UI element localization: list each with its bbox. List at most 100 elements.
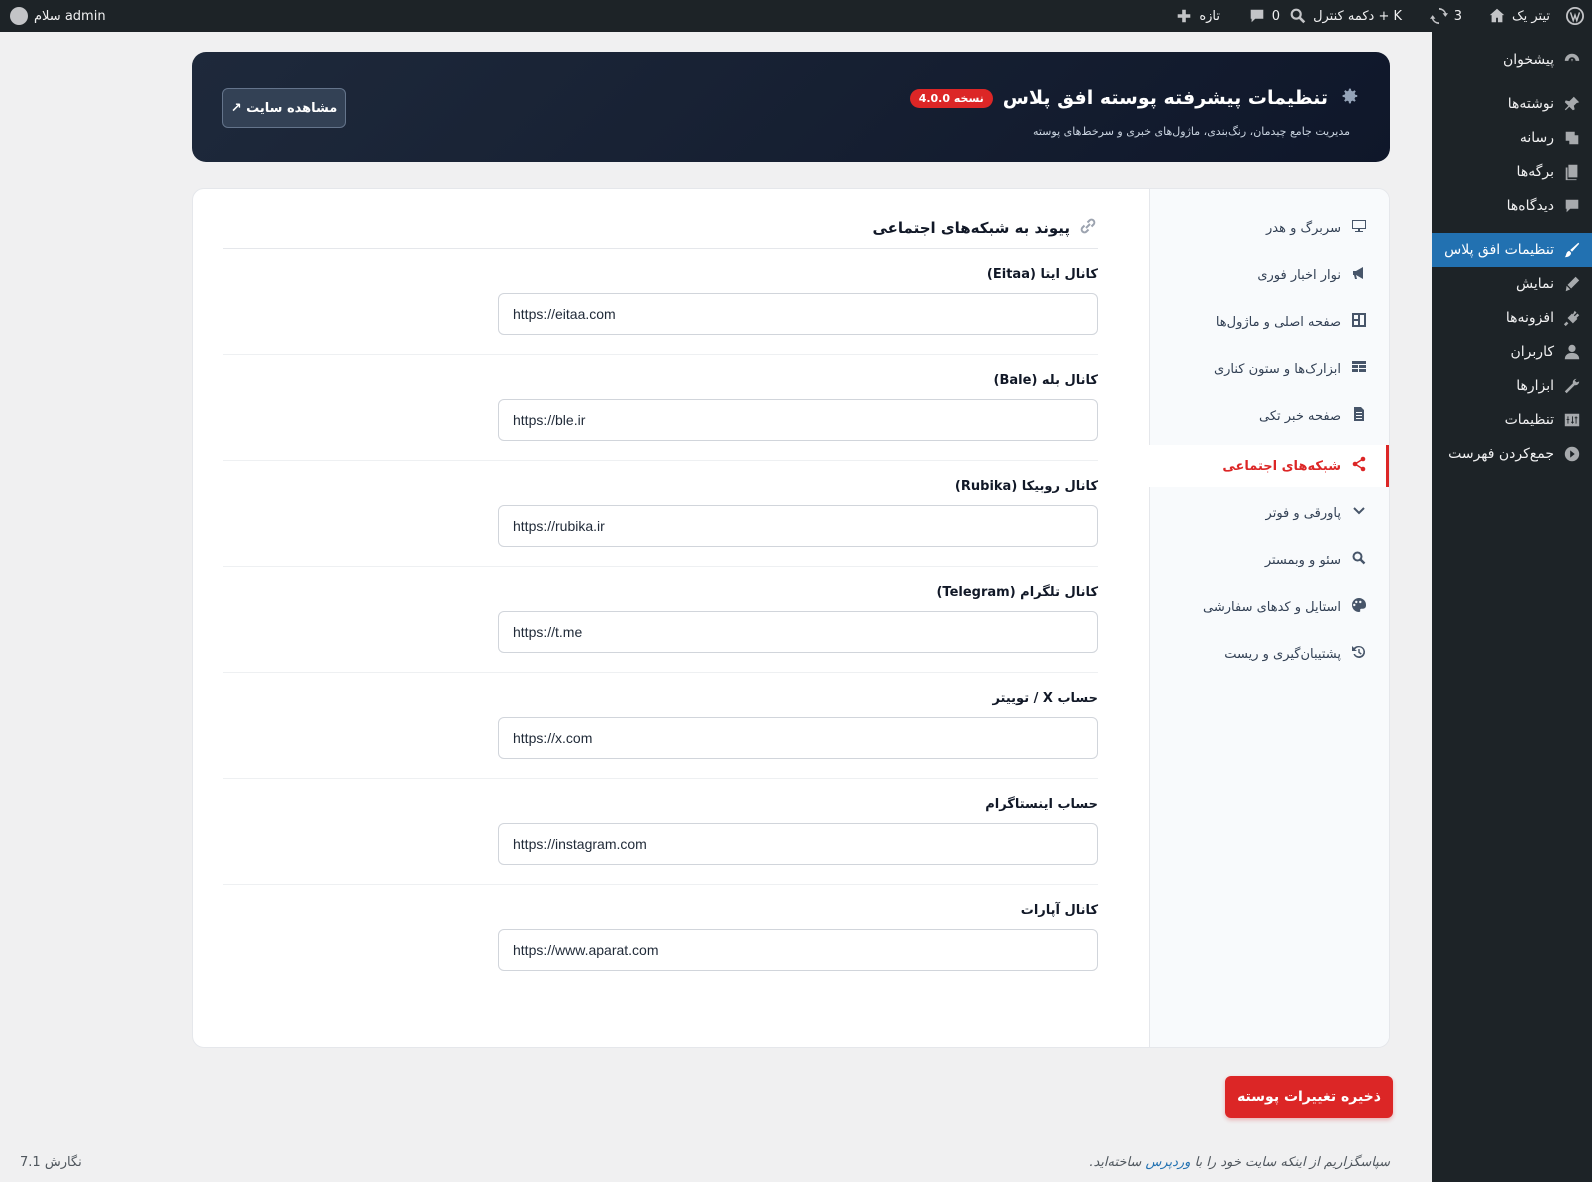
comments-menu[interactable]: 0 bbox=[1248, 0, 1280, 32]
header-title-row: تنظیمات پیشرفته پوسته افق پلاس نسخه 4.0.… bbox=[909, 85, 1360, 111]
aparat-url-input[interactable] bbox=[498, 929, 1098, 971]
settings-panel: سربرگ و هدر نوار اخبار فوری صفحه اصلی و … bbox=[192, 188, 1390, 1048]
field-instagram: حساب اینستاگرام bbox=[223, 779, 1098, 885]
nav-item-backup[interactable]: پشتیبان‌گیری و ریست bbox=[1149, 633, 1389, 675]
version-badge: نسخه 4.0.0 bbox=[909, 88, 993, 108]
menu-item-media[interactable]: رسانه bbox=[1432, 121, 1592, 155]
pages-icon bbox=[1562, 162, 1582, 182]
updates-count: 3 bbox=[1453, 8, 1462, 24]
save-button[interactable]: ذخیره تغییرات پوسته bbox=[1225, 1076, 1393, 1118]
menu-item-label: نوشته‌ها bbox=[1507, 96, 1554, 112]
wordpress-logo-icon[interactable] bbox=[1566, 0, 1584, 32]
collapse-icon bbox=[1562, 444, 1582, 464]
home-icon bbox=[1488, 7, 1506, 25]
menu-item-posts[interactable]: نوشته‌ها bbox=[1432, 87, 1592, 121]
site-name: تیتر یک bbox=[1511, 8, 1550, 24]
nav-item-seo[interactable]: سئو و وبمستر bbox=[1149, 539, 1389, 581]
nav-item-widgets[interactable]: ابزارک‌ها و ستون کناری bbox=[1149, 348, 1389, 390]
search-icon bbox=[1351, 550, 1367, 570]
field-x: حساب X / توییتر bbox=[223, 673, 1098, 779]
nav-item-header[interactable]: سربرگ و هدر bbox=[1149, 207, 1389, 249]
menu-item-appearance[interactable]: نمایش bbox=[1432, 267, 1592, 301]
section-title: پیوند به شبکه‌های اجتماعی bbox=[872, 216, 1098, 240]
gear-icon bbox=[1338, 85, 1360, 111]
nav-item-social[interactable]: شبکه‌های اجتماعی bbox=[1149, 445, 1389, 487]
settings-icon bbox=[1562, 410, 1582, 430]
users-icon bbox=[1562, 342, 1582, 362]
menu-item-users[interactable]: کاربران bbox=[1432, 335, 1592, 369]
menu-item-ofogh-settings[interactable]: تنظیمات افق پلاس bbox=[1424, 233, 1592, 267]
field-aparat: کانال آپارات bbox=[223, 885, 1098, 991]
menu-item-label: تنظیمات افق پلاس bbox=[1444, 242, 1554, 258]
field-label: کانال تلگرام (Telegram) bbox=[936, 585, 1098, 600]
layout-icon bbox=[1351, 312, 1367, 332]
instagram-url-input[interactable] bbox=[498, 823, 1098, 865]
search-shortcut[interactable]: دکمه کنترل + K bbox=[1289, 0, 1402, 32]
nav-item-label: صفحه اصلی و ماژول‌ها bbox=[1215, 314, 1341, 330]
eitaa-url-input[interactable] bbox=[498, 293, 1098, 335]
menu-item-collapse[interactable]: جمع‌کردن فهرست bbox=[1432, 437, 1592, 471]
wordpress-link[interactable]: وردپرس bbox=[1145, 1155, 1190, 1170]
nav-item-label: نوار اخبار فوری bbox=[1257, 267, 1341, 283]
nav-item-label: پاورقی و فوتر bbox=[1265, 505, 1341, 521]
greeting: سلام admin bbox=[34, 8, 106, 24]
field-telegram: کانال تلگرام (Telegram) bbox=[223, 567, 1098, 673]
section-title-text: پیوند به شبکه‌های اجتماعی bbox=[872, 219, 1070, 237]
history-icon bbox=[1351, 644, 1367, 664]
nav-item-footer[interactable]: پاورقی و فوتر bbox=[1149, 492, 1389, 534]
footer-text: سپاسگزاریم از اینکه سایت خود را با bbox=[1190, 1155, 1390, 1170]
tools-icon bbox=[1562, 376, 1582, 396]
table-icon bbox=[1351, 359, 1367, 379]
nav-item-label: شبکه‌های اجتماعی bbox=[1222, 458, 1341, 474]
nav-item-label: سئو و وبمستر bbox=[1264, 552, 1341, 568]
menu-item-comments[interactable]: دیدگاه‌ها bbox=[1432, 189, 1592, 223]
admin-menu: پیشخوان نوشته‌ها رسانه برگه‌ها دیدگاه‌ها… bbox=[1424, 32, 1592, 1182]
bale-url-input[interactable] bbox=[498, 399, 1098, 441]
view-site-button[interactable]: مشاهده سایت ↗ bbox=[222, 88, 346, 128]
menu-item-label: ابزارها bbox=[1516, 378, 1554, 394]
nav-item-label: پشتیبان‌گیری و ریست bbox=[1224, 646, 1341, 662]
menu-item-dashboard[interactable]: پیشخوان bbox=[1432, 43, 1592, 77]
menu-item-pages[interactable]: برگه‌ها bbox=[1432, 155, 1592, 189]
site-name-menu[interactable]: تیتر یک bbox=[1488, 0, 1550, 32]
chevron-down-icon bbox=[1351, 503, 1367, 523]
monitor-icon bbox=[1351, 218, 1367, 238]
nav-item-custom-styles[interactable]: استایل و کدهای سفارشی bbox=[1149, 586, 1389, 628]
rubika-url-input[interactable] bbox=[498, 505, 1098, 547]
search-icon bbox=[1289, 7, 1307, 25]
new-label: تازه bbox=[1199, 8, 1220, 24]
menu-item-label: رسانه bbox=[1519, 130, 1554, 146]
avatar bbox=[10, 7, 28, 25]
menu-item-settings[interactable]: تنظیمات bbox=[1432, 403, 1592, 437]
nav-item-label: استایل و کدهای سفارشی bbox=[1203, 599, 1341, 615]
field-label: کانال روبیکا (Rubika) bbox=[954, 479, 1098, 494]
nav-item-single-post[interactable]: صفحه خبر تکی bbox=[1149, 395, 1389, 437]
field-rubika: کانال روبیکا (Rubika) bbox=[223, 461, 1098, 567]
plus-icon bbox=[1175, 7, 1193, 25]
nav-item-homepage[interactable]: صفحه اصلی و ماژول‌ها bbox=[1149, 301, 1389, 343]
menu-item-label: نمایش bbox=[1515, 276, 1554, 292]
menu-item-label: برگه‌ها bbox=[1516, 164, 1554, 180]
field-bale: کانال بله (Bale) bbox=[223, 355, 1098, 461]
admin-bar: تیتر یک 3 دکمه کنترل + K 0 تازه سلام adm… bbox=[0, 0, 1592, 32]
page-subtitle: مدیریت جامع چیدمان، رنگ‌بندی، ماژول‌های … bbox=[1032, 125, 1350, 138]
updates-menu[interactable]: 3 bbox=[1429, 0, 1462, 32]
telegram-url-input[interactable] bbox=[498, 611, 1098, 653]
x-url-input[interactable] bbox=[498, 717, 1098, 759]
field-label: کانال بله (Bale) bbox=[993, 373, 1098, 388]
brush-icon bbox=[1562, 240, 1582, 260]
menu-item-tools[interactable]: ابزارها bbox=[1432, 369, 1592, 403]
search-shortcut-label: دکمه کنترل + K bbox=[1313, 8, 1402, 24]
plugins-icon bbox=[1562, 308, 1582, 328]
menu-item-plugins[interactable]: افزونه‌ها bbox=[1432, 301, 1592, 335]
palette-icon bbox=[1351, 597, 1367, 617]
new-content-menu[interactable]: تازه bbox=[1175, 0, 1220, 32]
link-icon bbox=[1078, 216, 1098, 240]
menu-item-label: افزونه‌ها bbox=[1505, 310, 1554, 326]
my-account-menu[interactable]: سلام admin bbox=[10, 0, 106, 32]
field-label: حساب اینستاگرام bbox=[985, 797, 1098, 812]
settings-header: تنظیمات پیشرفته پوسته افق پلاس نسخه 4.0.… bbox=[192, 52, 1390, 162]
field-eitaa: کانال ایتا (Eitaa) bbox=[223, 249, 1098, 355]
nav-item-breaking-news[interactable]: نوار اخبار فوری bbox=[1149, 254, 1389, 296]
refresh-icon bbox=[1429, 7, 1448, 25]
